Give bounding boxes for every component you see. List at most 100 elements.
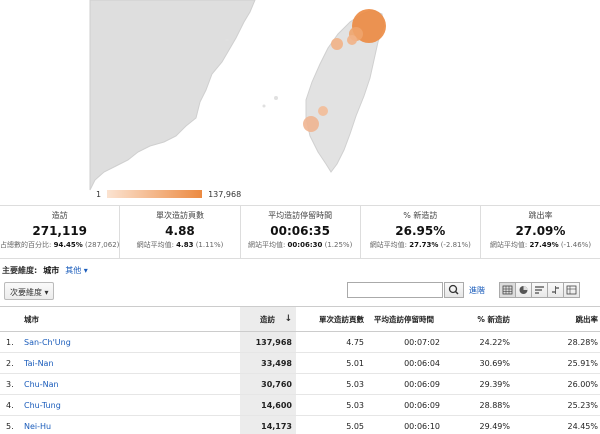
pivot-view-icon[interactable] <box>563 282 580 298</box>
metric-value: 4.88 <box>165 224 195 238</box>
metric-sub: 網站平均值: 00:06:30 (1.25%) <box>247 241 353 249</box>
island-2 <box>262 104 266 108</box>
legend-min: 1 <box>96 189 102 199</box>
row-pages: 4.75 <box>346 337 364 347</box>
col-index <box>0 307 16 331</box>
col-new-visits[interactable]: % 新造訪 <box>446 307 514 331</box>
metric-avg-duration[interactable]: 平均造訪停留時間 00:06:35 網站平均值: 00:06:30 (1.25%… <box>241 206 361 258</box>
row-bounce: 28.28% <box>567 337 598 347</box>
row-visits: 14,173 <box>240 416 296 434</box>
map-legend: 1 137,968 <box>96 188 241 200</box>
secondary-dimension-button[interactable]: 次要維度 ▾ <box>4 282 54 300</box>
map-svg <box>89 0 386 191</box>
metric-value: 27.09% <box>515 224 566 238</box>
dimension-label: 主要維度: <box>2 265 38 275</box>
row-new-visits: 29.39% <box>479 379 510 389</box>
row-city[interactable]: Chu-Tung <box>16 395 240 415</box>
table-row: 1. San-Ch'Ung 137,968 4.75 00:07:02 24.2… <box>0 332 600 353</box>
metric-value: 26.95% <box>395 224 446 238</box>
row-index: 4. <box>6 400 14 410</box>
search-button[interactable] <box>444 282 464 298</box>
metric-value: 271,119 <box>32 224 88 238</box>
col-pages[interactable]: 單次造訪頁數 <box>296 307 368 331</box>
row-city[interactable]: San-Ch'Ung <box>16 332 240 352</box>
row-new-visits: 30.69% <box>479 358 510 368</box>
metric-visits[interactable]: 造訪 271,119 占總數的百分比: 94.45% (287,062) <box>0 206 121 258</box>
bubble-taichung <box>318 106 328 116</box>
col-city[interactable]: 城市 <box>16 307 240 331</box>
row-city[interactable]: Chu-Nan <box>16 374 240 394</box>
metric-label: 平均造訪停留時間 <box>268 211 333 220</box>
geo-map[interactable]: 1 137,968 <box>0 0 600 205</box>
data-table: 城市 造訪 ↓ 單次造訪頁數 平均造訪停留時間 % 新造訪 跳出率 1. San-… <box>0 306 600 434</box>
row-city[interactable]: Nei-Hu <box>16 416 240 434</box>
metric-sub: 占總數的百分比: 94.45% (287,062) <box>0 241 120 249</box>
col-visits[interactable]: 造訪 ↓ <box>240 307 296 331</box>
bubble-chu-nan <box>331 38 343 50</box>
col-bounce[interactable]: 跳出率 <box>514 307 600 331</box>
row-index: 3. <box>6 379 14 389</box>
row-visits: 30,760 <box>240 374 296 394</box>
advanced-link[interactable]: 進階 <box>469 285 485 296</box>
search-icon <box>448 284 459 295</box>
row-avg-time: 00:06:10 <box>404 421 440 431</box>
row-avg-time: 00:07:02 <box>404 337 440 347</box>
metric-value: 00:06:35 <box>270 224 330 238</box>
row-new-visits: 28.88% <box>479 400 510 410</box>
chevron-down-icon: ▾ <box>83 265 88 275</box>
bubble-tai-nan <box>303 116 319 132</box>
row-avg-time: 00:06:09 <box>404 379 440 389</box>
island-1 <box>274 96 278 100</box>
dimension-other-dropdown[interactable]: 其他 ▾ <box>65 265 88 276</box>
row-city[interactable]: Tai-Nan <box>16 353 240 373</box>
pie-view-icon[interactable] <box>515 282 532 298</box>
view-switcher <box>499 282 580 298</box>
row-visits: 33,498 <box>240 353 296 373</box>
metric-sub: 網站平均值: 27.73% (-2.81%) <box>369 241 471 249</box>
performance-view-icon[interactable] <box>531 282 548 298</box>
table-row: 3. Chu-Nan 30,760 5.03 00:06:09 29.39% 2… <box>0 374 600 395</box>
row-bounce: 24.45% <box>567 421 598 431</box>
metric-label: 單次造訪頁數 <box>155 211 204 220</box>
table-row: 5. Nei-Hu 14,173 5.05 00:06:10 29.49% 24… <box>0 416 600 434</box>
metric-sub: 網站平均值: 27.49% (-1.46%) <box>489 241 592 249</box>
comparison-view-icon[interactable] <box>547 282 564 298</box>
mainland-landmass <box>89 0 256 191</box>
sort-desc-icon: ↓ <box>284 314 292 324</box>
chevron-down-icon: ▾ <box>44 288 49 297</box>
table-row: 4. Chu-Tung 14,600 5.03 00:06:09 28.88% … <box>0 395 600 416</box>
metric-sub: 網站平均值: 4.83 (1.11%) <box>136 241 224 249</box>
metric-new-visits[interactable]: % 新造訪 26.95% 網站平均值: 27.73% (-2.81%) <box>361 206 481 258</box>
row-avg-time: 00:06:09 <box>404 400 440 410</box>
row-bounce: 25.23% <box>567 400 598 410</box>
metrics-summary: 造訪 271,119 占總數的百分比: 94.45% (287,062) 單次造… <box>0 205 600 259</box>
row-pages: 5.03 <box>346 379 364 389</box>
row-new-visits: 24.22% <box>479 337 510 347</box>
row-index: 1. <box>6 337 14 347</box>
row-index: 2. <box>6 358 14 368</box>
row-bounce: 25.91% <box>567 358 598 368</box>
col-avg-time[interactable]: 平均造訪停留時間 <box>368 307 446 331</box>
metric-pages-per-visit[interactable]: 單次造訪頁數 4.88 網站平均值: 4.83 (1.11%) <box>120 206 241 258</box>
bubble-chu-tung <box>347 35 357 45</box>
primary-dimension-bar: 主要維度: 城市 其他 ▾ <box>2 263 88 277</box>
row-pages: 5.05 <box>346 421 364 431</box>
legend-max: 137,968 <box>208 189 242 199</box>
metric-label: 造訪 <box>51 211 68 220</box>
table-row: 2. Tai-Nan 33,498 5.01 00:06:04 30.69% 2… <box>0 353 600 374</box>
legend-gradient <box>107 190 203 198</box>
dimension-city[interactable]: 城市 <box>43 265 59 276</box>
metric-bounce-rate[interactable]: 跳出率 27.09% 網站平均值: 27.49% (-1.46%) <box>481 206 600 258</box>
row-bounce: 26.00% <box>567 379 598 389</box>
row-visits: 137,968 <box>240 332 296 352</box>
row-avg-time: 00:06:04 <box>404 358 440 368</box>
row-visits: 14,600 <box>240 395 296 415</box>
island-3 <box>225 38 229 42</box>
metric-label: % 新造訪 <box>403 211 438 220</box>
table-view-icon[interactable] <box>499 282 516 298</box>
table-toolbar: 次要維度 ▾ 進階 <box>0 280 600 302</box>
search-input[interactable] <box>347 282 443 298</box>
table-header: 城市 造訪 ↓ 單次造訪頁數 平均造訪停留時間 % 新造訪 跳出率 <box>0 306 600 332</box>
row-pages: 5.01 <box>346 358 364 368</box>
row-pages: 5.03 <box>346 400 364 410</box>
